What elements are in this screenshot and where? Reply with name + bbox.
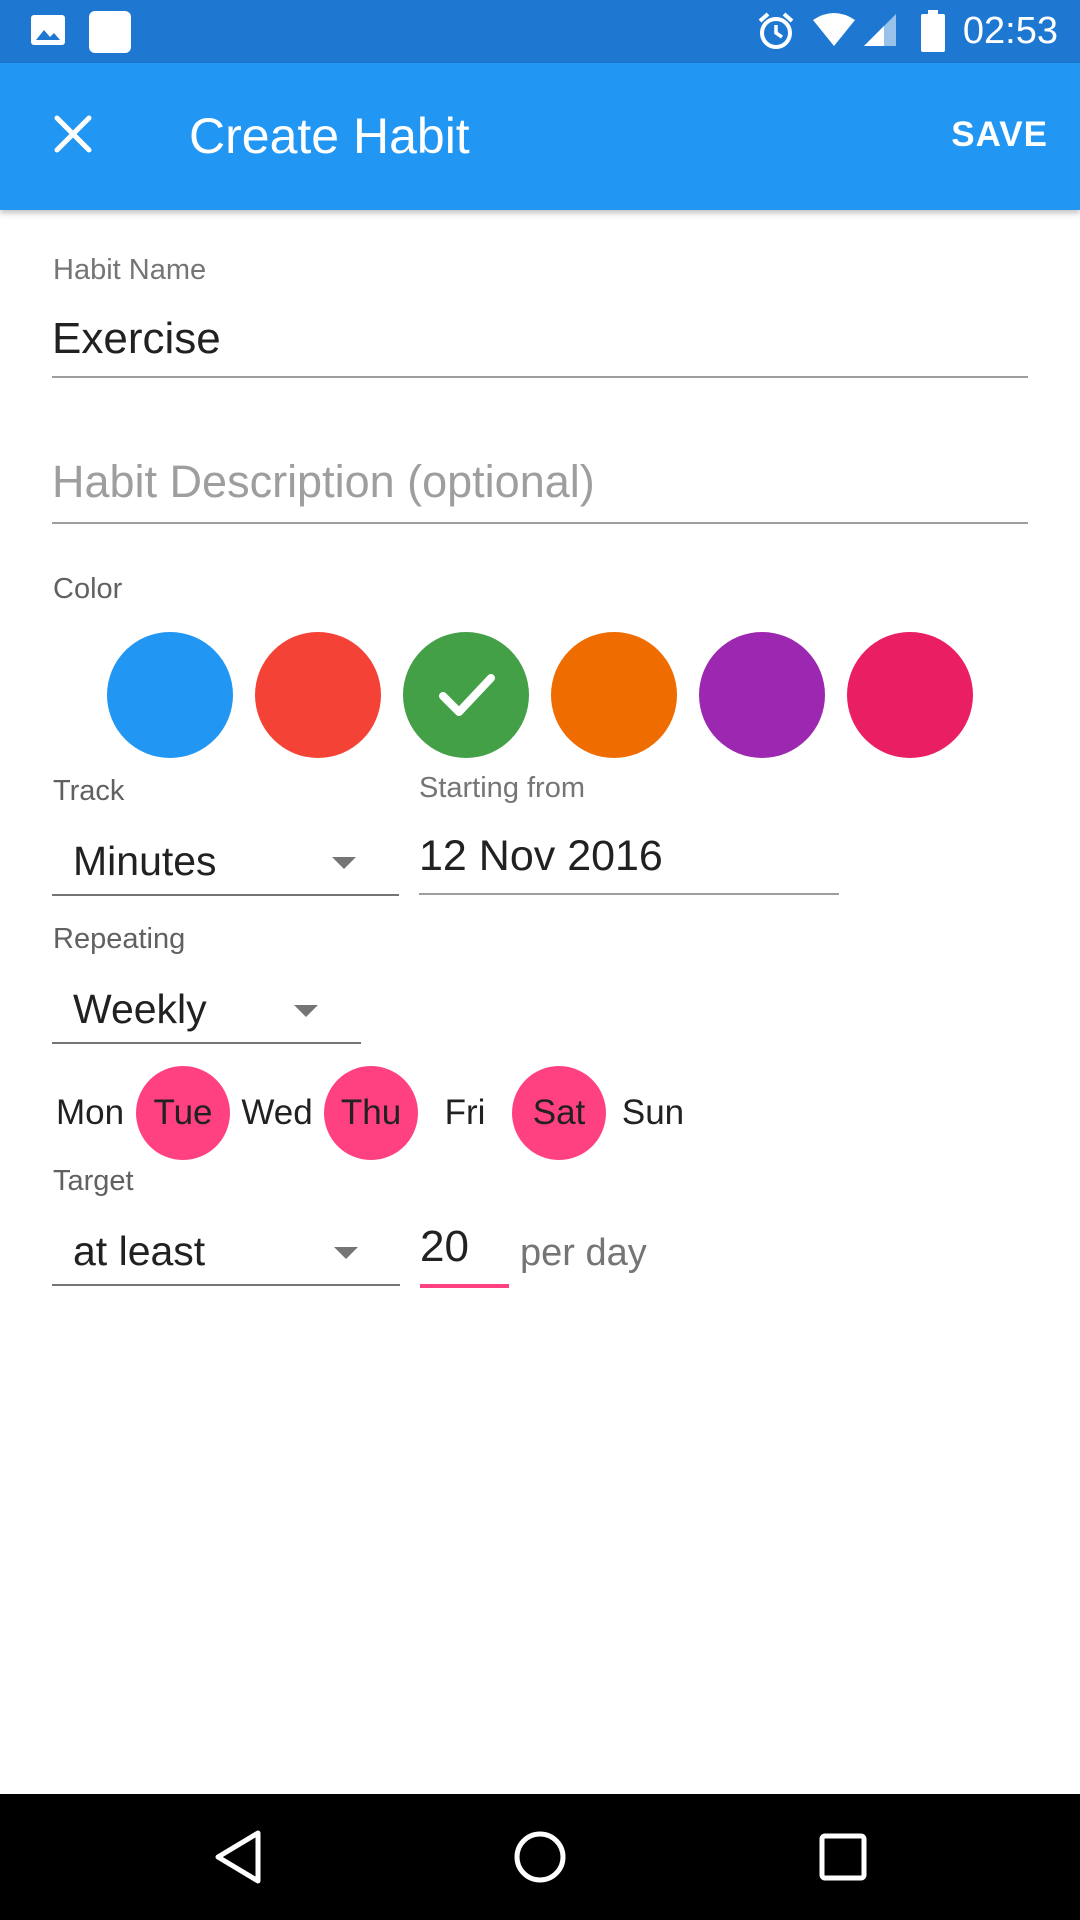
alarm-icon: [756, 11, 796, 56]
day-toggle-wed[interactable]: Wed: [230, 1066, 324, 1160]
day-label: Tue: [153, 1093, 213, 1132]
day-label: Wed: [241, 1093, 313, 1132]
color-swatch-orange[interactable]: [551, 632, 677, 758]
target-comparator-dropdown[interactable]: at least: [52, 1210, 400, 1286]
back-icon: [215, 1830, 261, 1884]
color-swatch-blue[interactable]: [107, 632, 233, 758]
target-comparator-value: at least: [73, 1228, 206, 1274]
day-toggle-thu[interactable]: Thu: [324, 1066, 418, 1160]
starting-date-field[interactable]: 12 Nov 2016: [419, 820, 839, 895]
day-toggle-tue[interactable]: Tue: [136, 1066, 230, 1160]
track-value: Minutes: [73, 838, 217, 884]
starting-from-label: Starting from: [419, 772, 585, 804]
color-swatch-green[interactable]: [403, 632, 529, 758]
color-swatch-red[interactable]: [255, 632, 381, 758]
color-swatch-pink[interactable]: [847, 632, 973, 758]
day-toggle-sun[interactable]: Sun: [606, 1066, 700, 1160]
habit-name-value: Exercise: [52, 314, 221, 363]
day-toggle-fri[interactable]: Fri: [418, 1066, 512, 1160]
wifi-icon: [812, 12, 856, 53]
back-button[interactable]: [208, 1827, 268, 1887]
check-icon: [439, 674, 495, 716]
save-button[interactable]: SAVE: [951, 115, 1048, 155]
dropdown-arrow-icon: [332, 857, 356, 869]
color-swatch-purple[interactable]: [699, 632, 825, 758]
target-amount-value: 20: [420, 1222, 469, 1271]
image-icon: [30, 12, 66, 53]
habit-description-field[interactable]: Habit Description (optional): [52, 448, 1028, 524]
repeating-label: Repeating: [53, 923, 186, 955]
close-icon: [53, 114, 93, 159]
day-label: Fri: [444, 1093, 486, 1132]
starting-date-value: 12 Nov 2016: [419, 832, 663, 880]
page-title: Create Habit: [189, 108, 470, 164]
color-label: Color: [53, 573, 123, 605]
dropdown-arrow-icon: [334, 1247, 358, 1259]
day-label: Sat: [532, 1093, 586, 1132]
day-label: Thu: [340, 1093, 402, 1132]
home-button[interactable]: [510, 1827, 570, 1887]
day-toggle-sat[interactable]: Sat: [512, 1066, 606, 1160]
target-label: Target: [53, 1165, 134, 1197]
app-bar: Create Habit SAVE: [0, 63, 1080, 210]
day-toggle-mon[interactable]: Mon: [43, 1066, 137, 1160]
signal-icon: [862, 12, 898, 53]
recents-button[interactable]: [813, 1827, 873, 1887]
target-unit-label: per day: [520, 1232, 647, 1274]
habit-description-placeholder: Habit Description (optional): [52, 456, 595, 507]
track-label: Track: [53, 775, 125, 807]
habit-name-label: Habit Name: [53, 254, 207, 286]
day-label: Sun: [621, 1093, 685, 1132]
habit-name-field[interactable]: Exercise: [52, 300, 1028, 378]
home-icon: [514, 1831, 566, 1883]
status-bar: 02:53: [0, 0, 1080, 63]
battery-icon: [920, 10, 946, 57]
navigation-bar: [0, 1794, 1080, 1920]
status-time: 02:53: [962, 10, 1058, 52]
day-label: Mon: [55, 1093, 125, 1132]
track-dropdown[interactable]: Minutes: [52, 820, 399, 896]
repeating-value: Weekly: [73, 986, 207, 1032]
target-amount-field[interactable]: 20: [420, 1210, 509, 1288]
repeating-dropdown[interactable]: Weekly: [52, 968, 361, 1044]
recents-icon: [819, 1833, 867, 1881]
dropdown-arrow-icon: [294, 1005, 318, 1017]
close-button[interactable]: [40, 103, 106, 169]
notification-square-icon: [88, 10, 132, 59]
